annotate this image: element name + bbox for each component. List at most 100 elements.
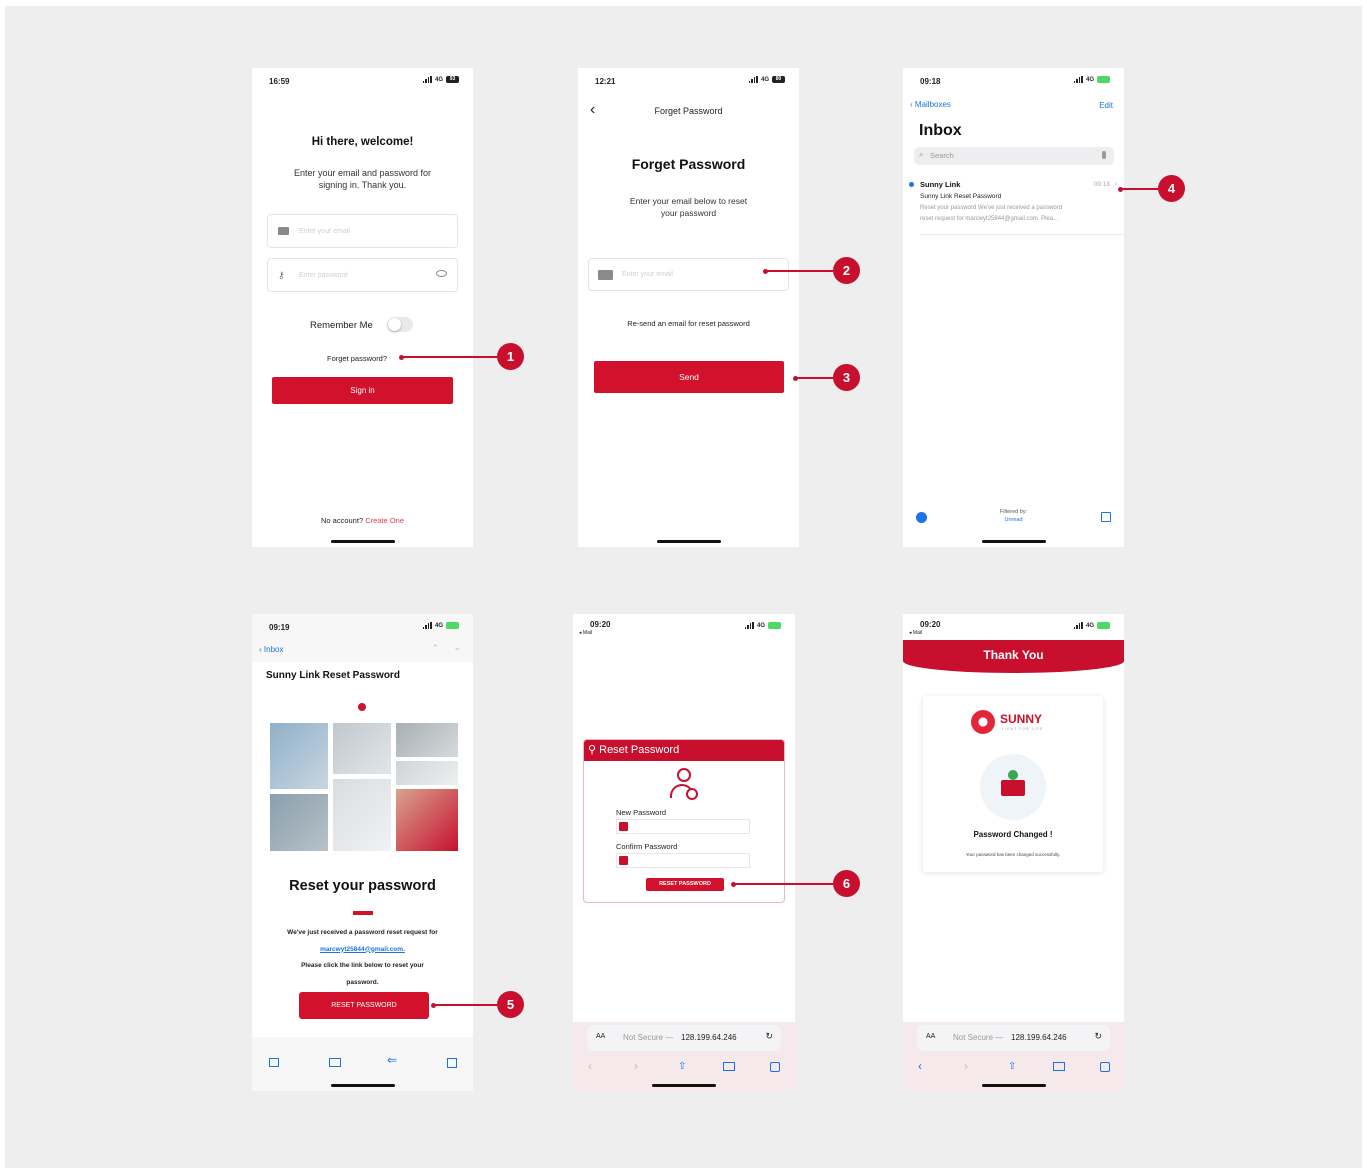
mail-icon	[598, 270, 613, 280]
back-icon[interactable]: ‹	[918, 1059, 922, 1073]
forward-icon[interactable]: ›	[964, 1059, 968, 1073]
address-bar[interactable]: AA Not Secure — 128.199.64.246 ↻	[587, 1025, 781, 1051]
search-icon: ⌕	[919, 150, 924, 159]
signal-indicators: 4G	[1073, 76, 1110, 83]
chevron-up-icon[interactable]: ⌃	[431, 643, 439, 654]
back-chevron-icon: ‹	[259, 645, 262, 654]
text-size-button[interactable]: AA	[596, 1033, 605, 1040]
no-account-text: No account?	[321, 516, 364, 525]
unread-dot-icon	[909, 182, 914, 187]
archive-icon[interactable]	[269, 1058, 279, 1067]
share-icon[interactable]: ⇧	[678, 1061, 686, 1072]
signal-indicators: 4G	[744, 622, 781, 629]
share-icon[interactable]: ⇧	[1008, 1061, 1016, 1072]
thank-you-banner: Thank You	[903, 640, 1124, 673]
create-one-link[interactable]: Create One	[365, 516, 404, 525]
forget-password-link[interactable]: Forget password?	[327, 354, 387, 363]
reload-icon[interactable]: ↻	[765, 1031, 773, 1042]
reset-password-page-screen: 09:20 ◂ Mail 4G ⚲ Reset Password New Pas…	[573, 614, 795, 1091]
sign-in-button[interactable]: Sign in	[272, 377, 453, 404]
confirm-password-input[interactable]	[616, 853, 750, 868]
step-6-badge: 6	[833, 870, 860, 897]
callout-line	[401, 356, 497, 358]
text-size-button[interactable]: AA	[926, 1033, 935, 1040]
card-title: Reset Password	[599, 744, 680, 756]
signal-indicators: 4G	[422, 622, 459, 629]
reset-password-submit-button[interactable]: RESET PASSWORD	[646, 878, 724, 891]
home-indicator	[652, 1084, 716, 1087]
status-time: 09:20	[590, 620, 611, 629]
reply-icon[interactable]: ⇐	[387, 1053, 397, 1067]
reset-password-button[interactable]: RESET PASSWORD	[299, 992, 429, 1019]
resend-email-link[interactable]: Re-send an email for reset password	[578, 319, 799, 328]
back-to-mail[interactable]: ◂ Mail	[579, 630, 592, 636]
body-line: We've just received a password reset req…	[287, 929, 438, 936]
address-bar[interactable]: AA Not Secure — 128.199.64.246 ↻	[917, 1025, 1110, 1051]
edit-button[interactable]: Edit	[1099, 101, 1113, 110]
step-2-badge: 2	[833, 257, 860, 284]
compose-icon[interactable]	[447, 1058, 457, 1068]
signin-screen: 16:59 4G 93 Hi there, welcome! Enter you…	[252, 68, 473, 547]
mail-sender: Sunny Link	[920, 180, 961, 189]
not-secure-label: Not Secure —	[953, 1033, 1004, 1042]
forget-password-screen: 12:21 4G 80 ‹ Forget Password Forget Pas…	[578, 68, 799, 547]
remember-me-toggle[interactable]	[387, 317, 413, 332]
banner-title: Thank You	[983, 648, 1044, 662]
email-subject: Sunny Link Reset Password	[266, 670, 400, 681]
network-label: 4G	[760, 76, 769, 83]
chevron-down-icon[interactable]: ⌄	[453, 642, 461, 653]
reload-icon[interactable]: ↻	[1094, 1031, 1102, 1042]
subtitle-line: your password	[660, 208, 717, 218]
mic-icon[interactable]	[1102, 151, 1106, 159]
recipient-email-link[interactable]: marcwyt25844@gmail.com.	[260, 942, 465, 959]
new-password-input[interactable]	[616, 819, 750, 834]
mail-subject: Sunny Link Reset Password	[920, 193, 1002, 200]
network-label: 4G	[756, 622, 765, 629]
inbox-back-link[interactable]: ‹ Inbox	[259, 645, 283, 654]
email-photo-collage	[270, 723, 458, 851]
forward-icon[interactable]: ›	[634, 1059, 638, 1073]
collage-photo	[333, 779, 391, 851]
sunburst-icon	[971, 710, 995, 734]
compose-icon[interactable]	[1101, 512, 1111, 522]
status-time: 09:18	[920, 77, 941, 86]
network-label: 4G	[434, 76, 443, 83]
signal-icon	[1073, 622, 1083, 629]
envelope-shape	[1001, 780, 1025, 796]
tabs-icon[interactable]	[1100, 1062, 1110, 1072]
folder-icon[interactable]	[329, 1058, 341, 1067]
network-label: 4G	[1085, 622, 1094, 629]
password-changed-title: Password Changed !	[973, 830, 1053, 839]
back-icon[interactable]: ‹	[588, 1059, 592, 1073]
password-placeholder: Enter password	[299, 272, 348, 279]
email-field[interactable]: Enter your email	[588, 258, 789, 291]
tabs-icon[interactable]	[770, 1062, 780, 1072]
status-bar: 09:18 4G	[903, 68, 1124, 94]
lock-icon	[619, 856, 628, 865]
mail-preview: reset request for marcwyt25844@gmail.com…	[920, 216, 1059, 222]
reset-email-screen: 09:19 4G ‹ Inbox ⌃ ⌄ Sunny Link Reset Pa…	[252, 614, 473, 1091]
send-button[interactable]: Send	[594, 361, 784, 393]
status-bar: 09:20 ◂ Mail 4G	[903, 614, 1124, 640]
mail-preview: Reset your password We've just received …	[920, 205, 1063, 211]
filter-value[interactable]: Unread	[903, 516, 1124, 524]
mail-list-item[interactable]: Sunny Link 09:18 › Sunny Link Reset Pass…	[903, 176, 1124, 234]
eye-off-icon[interactable]	[436, 270, 447, 277]
back-to-mail[interactable]: ◂ Mail	[909, 630, 922, 636]
signal-icon	[422, 76, 432, 83]
password-field[interactable]: ⚷ Enter password	[267, 258, 458, 292]
back-label: Inbox	[263, 645, 284, 654]
search-bar[interactable]: ⌕ Search	[914, 147, 1114, 165]
body-line: Please click the link below to reset you…	[301, 962, 424, 969]
bookmarks-icon[interactable]	[1053, 1062, 1065, 1071]
status-time: 16:59	[269, 77, 290, 86]
status-bar: 09:19 4G	[252, 614, 473, 640]
mail-toolbar: ⇐	[252, 1037, 473, 1091]
check-badge-icon	[1008, 770, 1018, 780]
battery-icon: 93	[446, 76, 459, 83]
email-field[interactable]: Enter your email	[267, 214, 458, 248]
mailboxes-back-link[interactable]: ‹ Mailboxes	[910, 100, 951, 109]
filtered-by-label: Filtered by:	[999, 509, 1028, 515]
welcome-subtitle: Enter your email and password for signin…	[252, 167, 473, 191]
bookmarks-icon[interactable]	[723, 1062, 735, 1071]
